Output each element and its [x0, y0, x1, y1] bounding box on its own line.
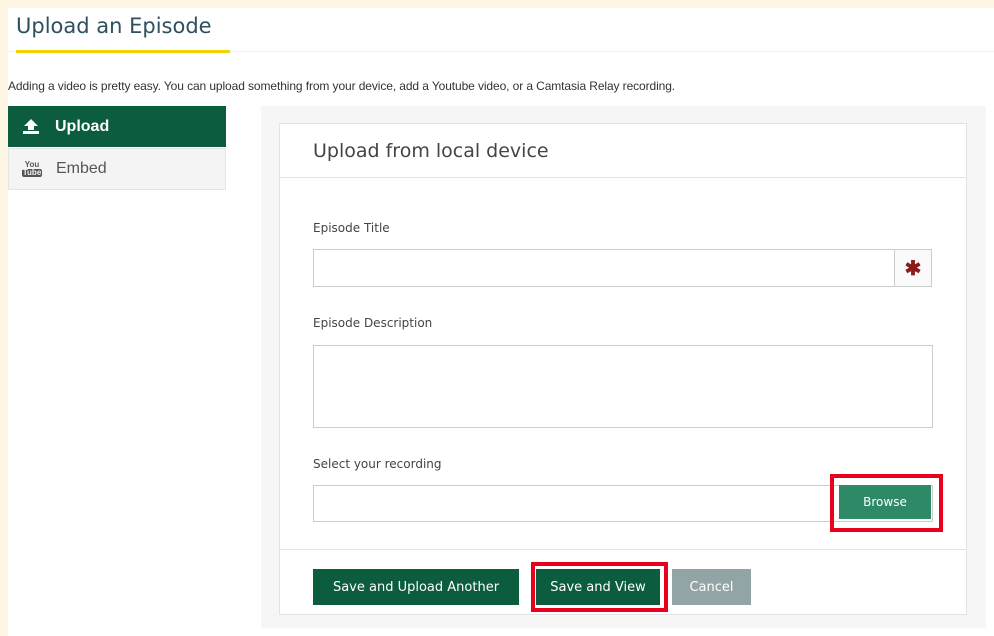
title-underline — [16, 50, 230, 53]
recording-label: Select your recording — [313, 457, 442, 471]
episode-description-input[interactable] — [313, 345, 933, 428]
browse-highlight — [830, 474, 943, 532]
upload-icon — [21, 118, 41, 136]
episode-title-label: Episode Title — [313, 221, 390, 235]
sidebar-item-label: Embed — [56, 160, 107, 177]
save-and-upload-another-button[interactable]: Save and Upload Another — [313, 569, 519, 605]
cancel-button[interactable]: Cancel — [672, 569, 751, 605]
sidebar-item-embed[interactable]: You Tube Embed — [8, 148, 226, 190]
sidebar-item-upload[interactable]: Upload — [8, 106, 226, 147]
episode-title-input[interactable] — [313, 249, 895, 287]
upload-panel: Upload from local device Episode Title ✱… — [279, 123, 967, 615]
youtube-icon: You Tube — [21, 160, 43, 177]
required-icon: ✱ — [894, 249, 932, 287]
footer-divider — [280, 549, 966, 550]
page-title: Upload an Episode — [16, 14, 212, 38]
panel-heading: Upload from local device — [280, 124, 966, 178]
intro-text: Adding a video is pretty easy. You can u… — [8, 79, 676, 93]
sidebar-item-label: Upload — [55, 117, 110, 135]
save-and-view-highlight — [531, 562, 668, 612]
episode-description-label: Episode Description — [313, 316, 433, 330]
